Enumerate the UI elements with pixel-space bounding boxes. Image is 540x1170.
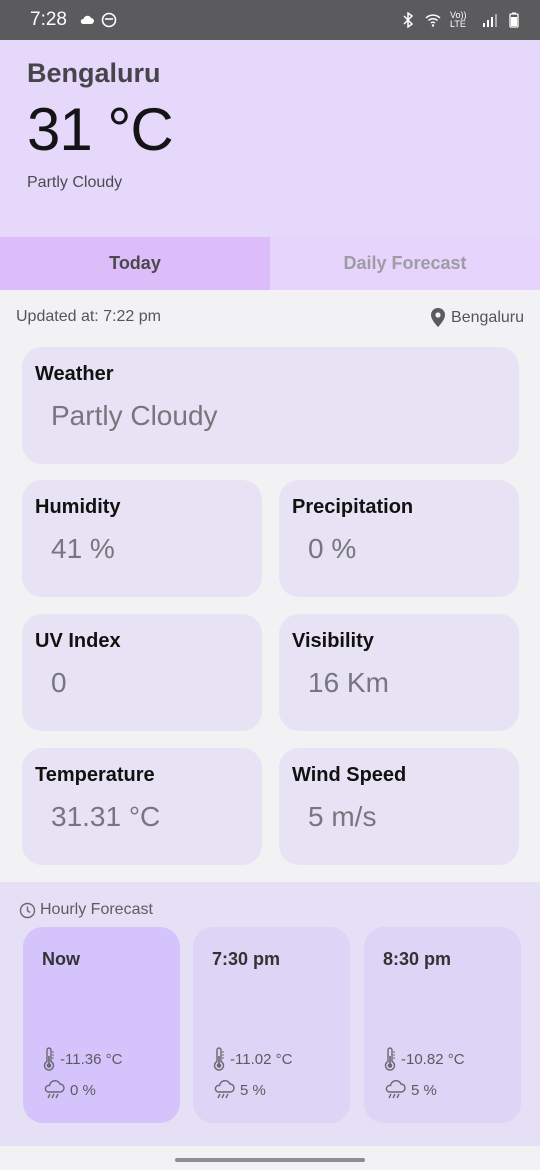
hourly-forecast-panel: Hourly Forecast Now -11.36 °C 0 % 7:30 p… bbox=[0, 882, 540, 1146]
clock-icon bbox=[19, 902, 36, 918]
card-value: 16 Km bbox=[308, 667, 389, 698]
signal-icon bbox=[483, 14, 497, 27]
updated-row: Updated at: 7:22 pm Bengaluru bbox=[16, 308, 524, 327]
card-label: Humidity bbox=[35, 496, 121, 518]
weather-card: Weather Partly Cloudy bbox=[22, 347, 519, 464]
card-label: Visibility bbox=[292, 630, 374, 652]
hourly-temp: -11.36 °C bbox=[60, 1050, 123, 1068]
hourly-temp: -10.82 °C bbox=[401, 1050, 465, 1068]
card-label: UV Index bbox=[35, 630, 121, 652]
hourly-card-730[interactable]: 7:30 pm -11.02 °C 5 % bbox=[193, 927, 350, 1123]
card-value: 5 m/s bbox=[308, 801, 377, 832]
hourly-time: 7:30 pm bbox=[212, 949, 281, 969]
tab-today[interactable]: Today bbox=[0, 237, 270, 290]
hourly-forecast-title: Hourly Forecast bbox=[19, 901, 153, 919]
wifi-icon bbox=[425, 14, 441, 27]
lte-label: Vo)) LTE bbox=[450, 10, 467, 29]
thermometer-icon bbox=[213, 1047, 225, 1071]
updated-time: Updated at: 7:22 pm bbox=[16, 308, 161, 325]
tab-daily-forecast[interactable]: Daily Forecast bbox=[270, 237, 540, 290]
hourly-time: 8:30 pm bbox=[383, 949, 452, 969]
navigation-bar bbox=[0, 1146, 540, 1170]
visibility-card: Visibility 16 Km bbox=[279, 614, 519, 731]
hourly-card-now[interactable]: Now -11.36 °C 0 % bbox=[23, 927, 180, 1123]
location-chip: Bengaluru bbox=[431, 308, 524, 327]
card-label: Temperature bbox=[35, 764, 155, 786]
card-value: Partly Cloudy bbox=[51, 400, 218, 431]
humidity-card: Humidity 41 % bbox=[22, 480, 262, 597]
wind-speed-card: Wind Speed 5 m/s bbox=[279, 748, 519, 865]
card-label: Wind Speed bbox=[292, 764, 407, 786]
battery-icon bbox=[509, 12, 519, 28]
temperature-card: Temperature 31.31 °C bbox=[22, 748, 262, 865]
card-value: 31.31 °C bbox=[51, 801, 161, 832]
cloud-icon bbox=[80, 15, 94, 24]
card-label: Precipitation bbox=[292, 496, 414, 518]
hourly-rain: 5 % bbox=[240, 1081, 266, 1099]
tab-bar: Today Daily Forecast bbox=[0, 237, 540, 290]
card-value: 0 % bbox=[308, 533, 357, 564]
home-gesture-handle[interactable] bbox=[175, 1158, 365, 1162]
location-pin-icon bbox=[431, 308, 446, 327]
hourly-rain: 0 % bbox=[70, 1081, 96, 1099]
city-title: Bengaluru bbox=[27, 58, 161, 88]
face-icon bbox=[101, 12, 117, 28]
status-time: 7:28 bbox=[30, 9, 67, 30]
hourly-title-label: Hourly Forecast bbox=[40, 901, 153, 918]
rain-cloud-icon bbox=[214, 1080, 235, 1099]
current-temperature: 31 °C bbox=[27, 96, 174, 163]
hourly-time: Now bbox=[42, 949, 80, 969]
uv-index-card: UV Index 0 bbox=[22, 614, 262, 731]
rain-cloud-icon bbox=[385, 1080, 406, 1099]
current-condition: Partly Cloudy bbox=[27, 174, 123, 191]
hourly-temp: -11.02 °C bbox=[230, 1050, 293, 1068]
hourly-rain: 5 % bbox=[411, 1081, 437, 1099]
hourly-card-830[interactable]: 8:30 pm -10.82 °C 5 % bbox=[364, 927, 521, 1123]
bluetooth-icon bbox=[403, 12, 414, 28]
thermometer-icon bbox=[43, 1047, 55, 1071]
card-value: 41 % bbox=[51, 533, 115, 564]
thermometer-icon bbox=[384, 1047, 396, 1071]
status-bar: 7:28 Vo)) LTE bbox=[0, 0, 540, 40]
card-label: Weather bbox=[35, 363, 114, 385]
weather-header: Bengaluru 31 °C Partly Cloudy bbox=[0, 40, 540, 237]
rain-cloud-icon bbox=[44, 1080, 65, 1099]
card-value: 0 bbox=[51, 667, 67, 698]
location-name: Bengaluru bbox=[451, 308, 524, 326]
precipitation-card: Precipitation 0 % bbox=[279, 480, 519, 597]
